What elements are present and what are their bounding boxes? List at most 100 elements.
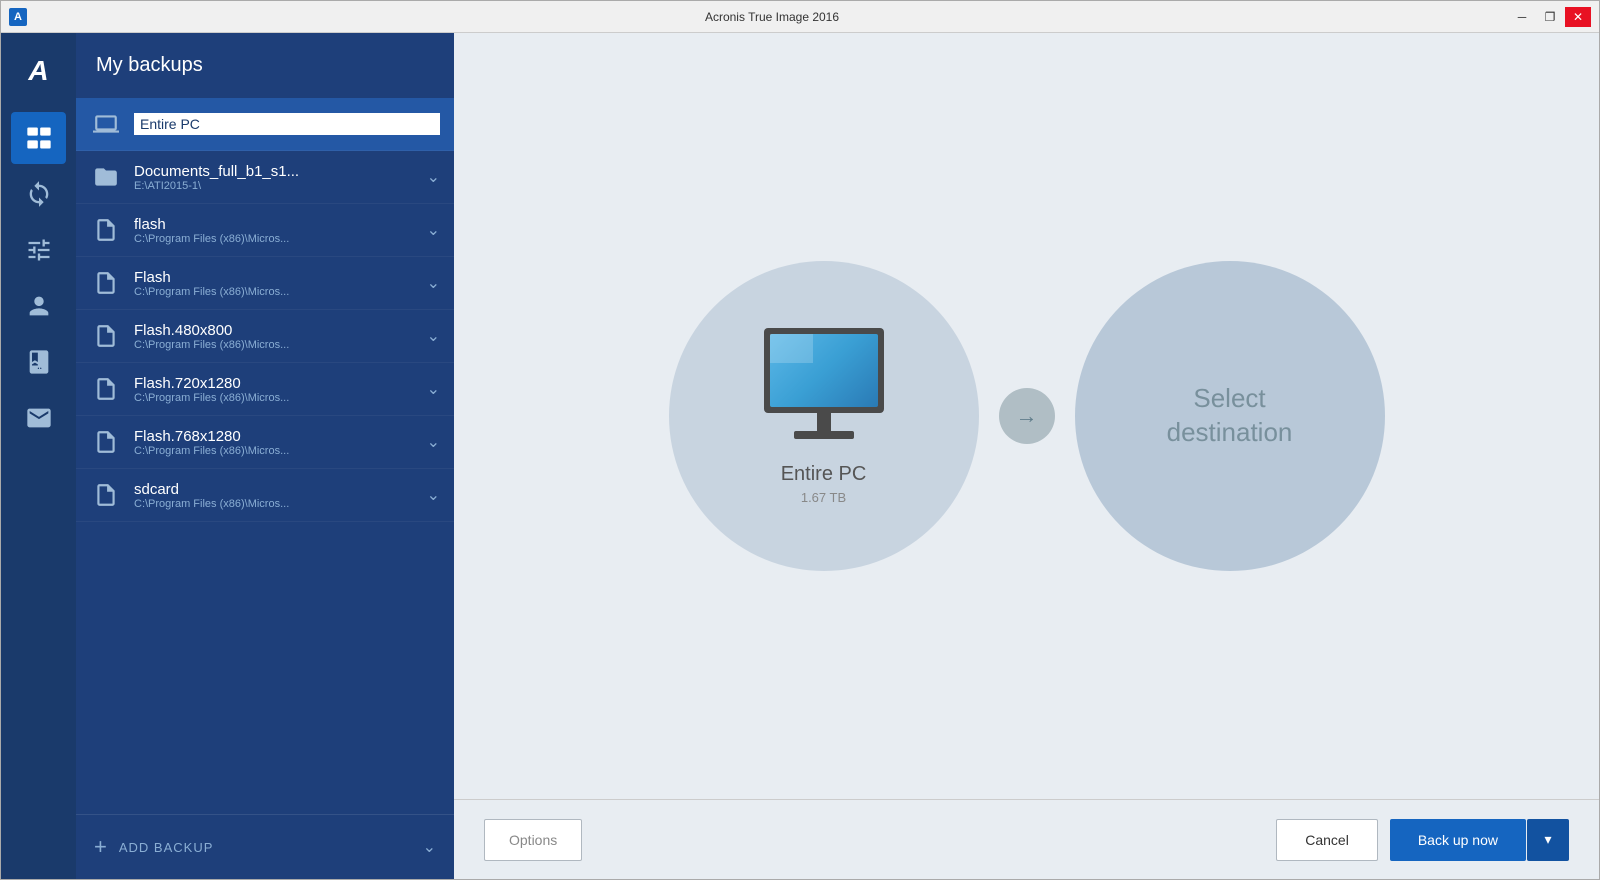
backup-item-info-flash-cap: Flash C:\Program Files (x86)\Micros... <box>134 269 419 298</box>
sidebar-item-account[interactable] <box>11 280 66 332</box>
arrow-circle: → <box>999 388 1055 444</box>
backup-path-documents: E:\ATI2015-1\ <box>134 180 419 192</box>
sync-icon <box>25 180 53 208</box>
source-label: Entire PC <box>781 463 867 486</box>
file-icon-flash480 <box>90 320 122 352</box>
monitor-body <box>764 328 884 413</box>
pc-monitor <box>764 328 884 439</box>
computer-icon <box>90 108 122 140</box>
backup-item-flash480[interactable]: Flash.480x800 C:\Program Files (x86)\Mic… <box>76 310 454 363</box>
backup-path-flash: C:\Program Files (x86)\Micros... <box>134 233 419 245</box>
dest-label: Selectdestination <box>1167 382 1293 450</box>
backup-item-info-sdcard: sdcard C:\Program Files (x86)\Micros... <box>134 481 419 510</box>
source-circle: Entire PC 1.67 TB <box>669 261 979 571</box>
folder-icon <box>90 161 122 193</box>
app-logo: A <box>11 43 66 98</box>
backup-name-documents: Documents_full_b1_s1... <box>134 163 419 180</box>
backup-item-info-flash720: Flash.720x1280 C:\Program Files (x86)\Mi… <box>134 375 419 404</box>
add-backup-label: ADD BACKUP <box>119 840 214 855</box>
app-icon: A <box>9 8 27 26</box>
backup-path-sdcard: C:\Program Files (x86)\Micros... <box>134 498 419 510</box>
options-button[interactable]: Options <box>484 819 582 861</box>
file-icon-flash768 <box>90 426 122 458</box>
backup-item-info-flash480: Flash.480x800 C:\Program Files (x86)\Mic… <box>134 322 419 351</box>
sidebar-item-messages[interactable] <box>11 392 66 444</box>
sidebar-icons: A <box>1 33 76 879</box>
backup-items-list: Documents_full_b1_s1... E:\ATI2015-1\ ⌄ … <box>76 98 454 814</box>
expand-icon-flash768[interactable]: ⌄ <box>427 432 440 452</box>
backup-btn-group: Back up now ▾ <box>1390 819 1569 861</box>
backup-item-flash-cap[interactable]: Flash C:\Program Files (x86)\Micros... ⌄ <box>76 257 454 310</box>
source-size: 1.67 TB <box>801 490 846 505</box>
restore-button[interactable]: ❐ <box>1537 7 1563 27</box>
backup-path-flash768: C:\Program Files (x86)\Micros... <box>134 445 419 457</box>
backup-path-flash720: C:\Program Files (x86)\Micros... <box>134 392 419 404</box>
backup-name-flash768: Flash.768x1280 <box>134 428 419 445</box>
content-area: Entire PC 1.67 TB → Selectdestination <box>454 33 1599 879</box>
expand-icon-flash720[interactable]: ⌄ <box>427 379 440 399</box>
backup-item-entire-pc[interactable] <box>76 98 454 151</box>
minimize-button[interactable]: ─ <box>1509 7 1535 27</box>
backup-visual: Entire PC 1.67 TB → Selectdestination <box>454 33 1599 799</box>
backup-item-info-flash768: Flash.768x1280 C:\Program Files (x86)\Mi… <box>134 428 419 457</box>
backup-name-flash-cap: Flash <box>134 269 419 286</box>
expand-icon-flash[interactable]: ⌄ <box>427 220 440 240</box>
panel-footer-chevron: ⌄ <box>423 837 436 857</box>
sidebar-item-sync[interactable] <box>11 168 66 220</box>
backup-item-info-documents: Documents_full_b1_s1... E:\ATI2015-1\ <box>134 163 419 192</box>
account-icon <box>25 292 53 320</box>
backups-icon <box>25 124 53 152</box>
cancel-button[interactable]: Cancel <box>1276 819 1378 861</box>
sidebar-item-backups[interactable] <box>11 112 66 164</box>
backup-name-flash720: Flash.720x1280 <box>134 375 419 392</box>
add-icon: + <box>94 834 107 860</box>
expand-icon-documents[interactable]: ⌄ <box>427 167 440 187</box>
bottom-bar: Options Cancel Back up now ▾ <box>454 799 1599 879</box>
backup-list-panel: My backups <box>76 33 454 879</box>
chevron-down-icon: ▾ <box>1544 831 1551 848</box>
backup-name-flash480: Flash.480x800 <box>134 322 419 339</box>
backup-item-documents[interactable]: Documents_full_b1_s1... E:\ATI2015-1\ ⌄ <box>76 151 454 204</box>
backup-name-input[interactable] <box>134 113 440 135</box>
close-button[interactable]: ✕ <box>1565 7 1591 27</box>
backup-item-flash[interactable]: flash C:\Program Files (x86)\Micros... ⌄ <box>76 204 454 257</box>
backup-dropdown-button[interactable]: ▾ <box>1527 819 1569 861</box>
panel-title: My backups <box>96 54 203 77</box>
panel-header: My backups <box>76 33 454 98</box>
arrow-icon: → <box>1016 403 1038 429</box>
backup-item-flash768[interactable]: Flash.768x1280 C:\Program Files (x86)\Mi… <box>76 416 454 469</box>
learn-icon <box>25 348 53 376</box>
pc-icon-wrapper <box>764 328 884 447</box>
sidebar-item-tools[interactable] <box>11 224 66 276</box>
file-icon-flash <box>90 214 122 246</box>
backup-name-sdcard: sdcard <box>134 481 419 498</box>
expand-icon-sdcard[interactable]: ⌄ <box>427 485 440 505</box>
file-icon-sdcard <box>90 479 122 511</box>
expand-icon-flash480[interactable]: ⌄ <box>427 326 440 346</box>
destination-circle[interactable]: Selectdestination <box>1075 261 1385 571</box>
backup-item-info-entire-pc <box>134 113 440 135</box>
messages-icon <box>25 404 53 432</box>
app-window: A Acronis True Image 2016 ─ ❐ ✕ A <box>0 0 1600 880</box>
circles-area: Entire PC 1.67 TB → Selectdestination <box>669 261 1385 571</box>
monitor-stand-base <box>794 431 854 439</box>
backup-item-info-flash: flash C:\Program Files (x86)\Micros... <box>134 216 419 245</box>
backup-name-flash: flash <box>134 216 419 233</box>
window-controls: ─ ❐ ✕ <box>1509 7 1591 27</box>
expand-icon-flash-cap[interactable]: ⌄ <box>427 273 440 293</box>
backup-item-sdcard[interactable]: sdcard C:\Program Files (x86)\Micros... … <box>76 469 454 522</box>
window-title: Acronis True Image 2016 <box>35 10 1509 24</box>
monitor-stand-neck <box>817 413 831 431</box>
file-icon-flash-cap <box>90 267 122 299</box>
backup-item-flash720[interactable]: Flash.720x1280 C:\Program Files (x86)\Mi… <box>76 363 454 416</box>
backup-now-button[interactable]: Back up now <box>1390 819 1526 861</box>
main-layout: A <box>1 33 1599 879</box>
monitor-screen <box>770 334 878 407</box>
file-icon-flash720 <box>90 373 122 405</box>
sidebar-item-learn[interactable] <box>11 336 66 388</box>
backup-path-flash480: C:\Program Files (x86)\Micros... <box>134 339 419 351</box>
backup-path-flash-cap: C:\Program Files (x86)\Micros... <box>134 286 419 298</box>
tools-icon <box>25 236 53 264</box>
add-backup-button[interactable]: + ADD BACKUP ⌄ <box>76 814 454 879</box>
title-bar: A Acronis True Image 2016 ─ ❐ ✕ <box>1 1 1599 33</box>
